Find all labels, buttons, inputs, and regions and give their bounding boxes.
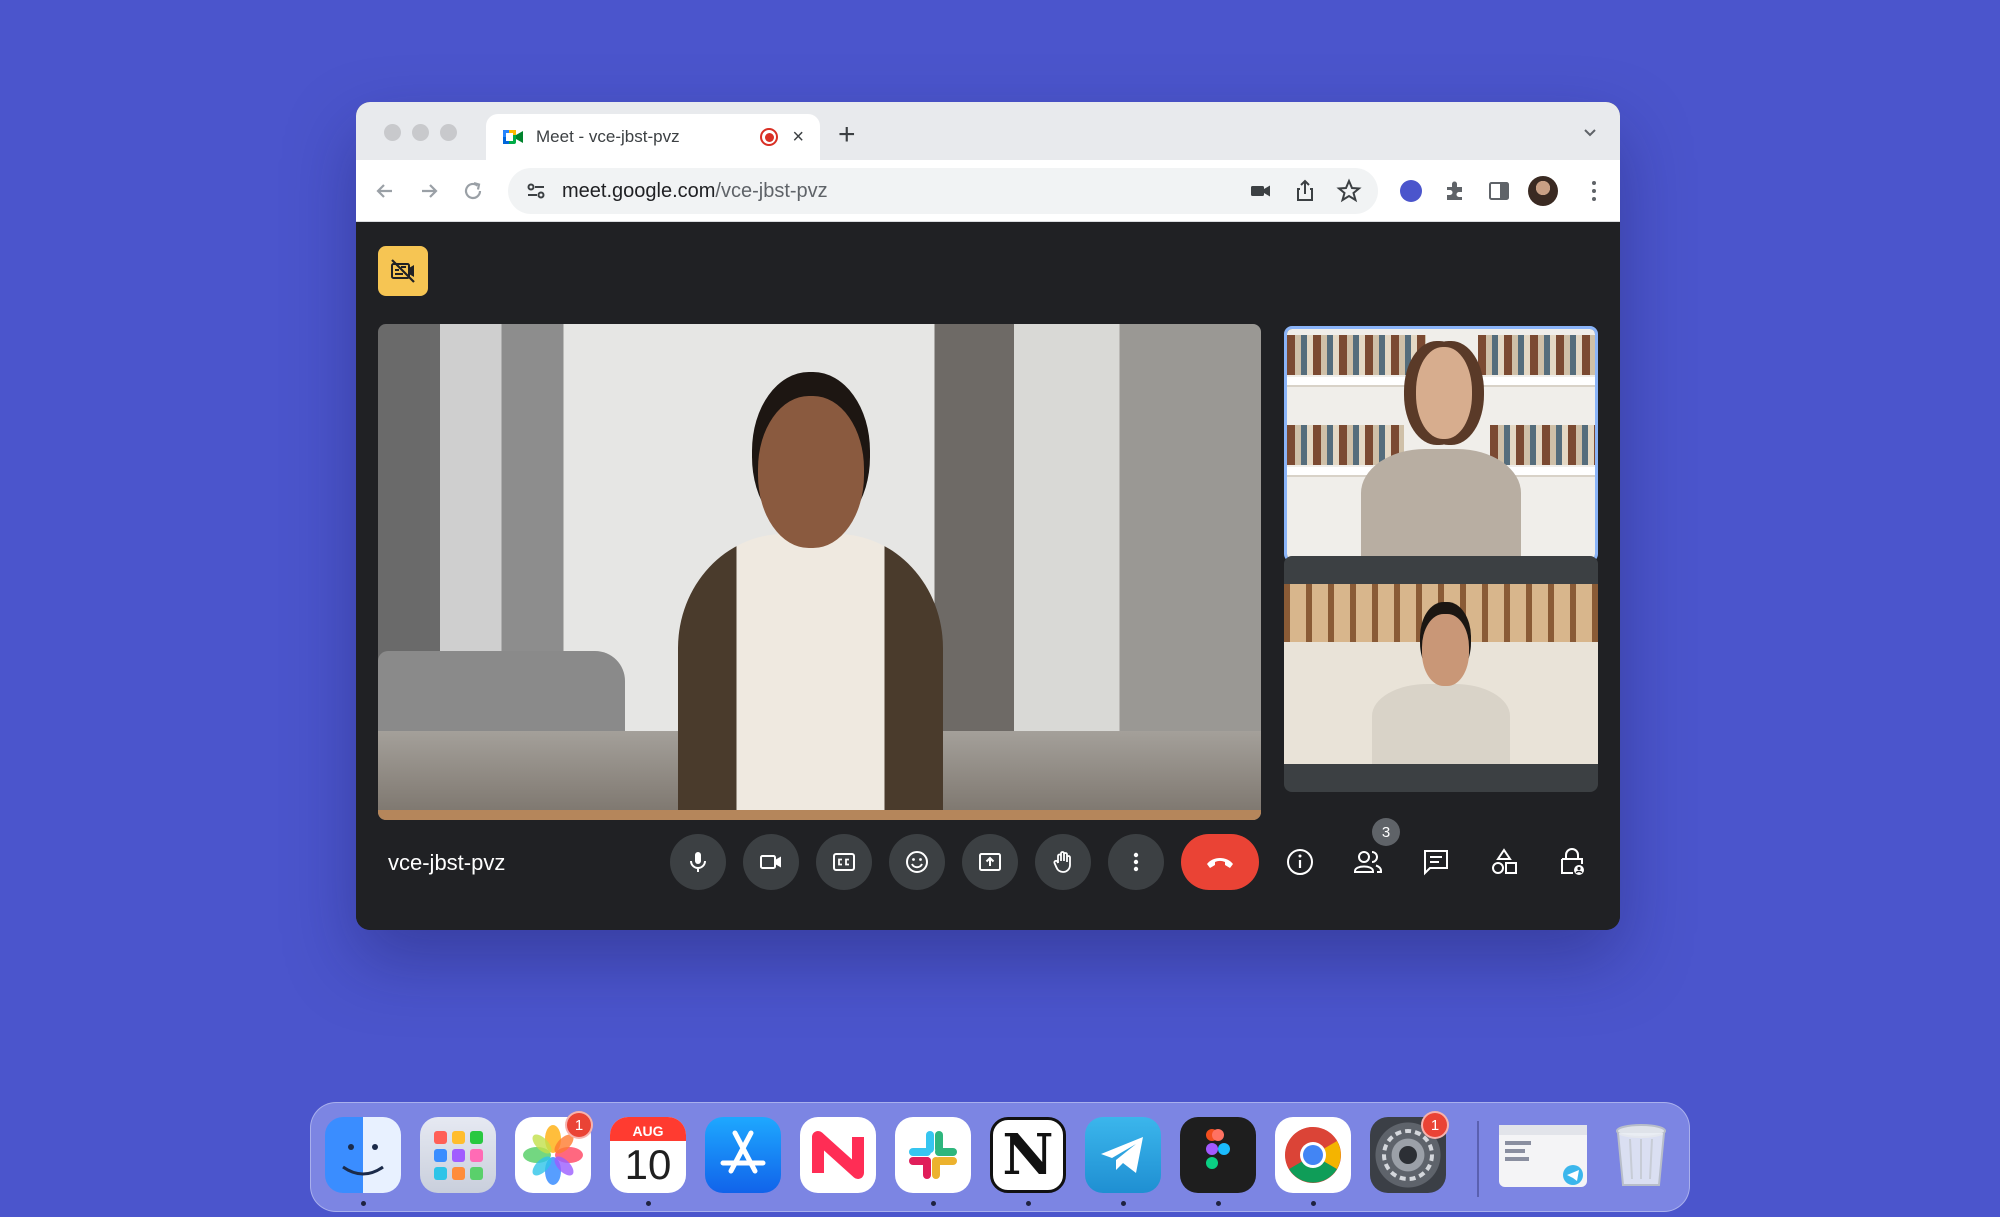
address-url: meet.google.com/vce-jbst-pvz (562, 180, 1230, 203)
raise-hand-button[interactable] (1035, 834, 1091, 890)
video-background-desk (378, 810, 1261, 820)
tab-strip: Meet - vce-jbst-pvz × + (356, 102, 1620, 160)
chat-button[interactable] (1414, 840, 1458, 884)
telegram-app-icon[interactable] (1085, 1117, 1161, 1193)
hang-up-phone-icon (1207, 858, 1233, 868)
notion-running-indicator (1026, 1201, 1031, 1206)
figma-running-indicator (1216, 1201, 1221, 1206)
recording-indicator-icon (760, 128, 779, 146)
dock-separator (1477, 1121, 1479, 1197)
new-tab-button[interactable]: + (838, 120, 856, 150)
window-minimize-button[interactable] (412, 124, 429, 141)
people-button[interactable] (1346, 840, 1390, 884)
back-arrow-icon[interactable] (372, 178, 398, 204)
people-icon (1354, 851, 1382, 873)
meeting-code: vce-jbst-pvz (388, 850, 506, 875)
forward-arrow-icon[interactable] (416, 178, 442, 204)
settings-notification-badge: 1 (1421, 1111, 1449, 1139)
browser-window: Meet - vce-jbst-pvz × + meet.google.com/… (356, 102, 1620, 930)
info-icon (1287, 849, 1313, 875)
more-options-button[interactable] (1108, 834, 1164, 890)
meet-stage: vce-jbst-pvz 3 (356, 222, 1620, 930)
captions-button[interactable] (816, 834, 872, 890)
google-meet-favicon-icon (502, 127, 524, 147)
camera-button[interactable] (743, 834, 799, 890)
slack-running-indicator (931, 1201, 936, 1206)
host-controls-lock-icon (1561, 848, 1584, 875)
address-bar[interactable]: meet.google.com/vce-jbst-pvz (508, 168, 1378, 214)
notion-letter: N (1002, 1122, 1054, 1188)
browser-toolbar: meet.google.com/vce-jbst-pvz (356, 160, 1620, 222)
chrome-running-indicator (1311, 1201, 1316, 1206)
extension-blue-dot-icon[interactable] (1400, 180, 1422, 202)
calendar-running-indicator (646, 1201, 651, 1206)
chrome-app-icon[interactable] (1275, 1117, 1351, 1193)
host-controls-button[interactable] (1550, 840, 1594, 884)
video-camera-icon (760, 855, 781, 869)
main-participant-video[interactable] (378, 324, 1261, 820)
notion-app-icon[interactable]: N (990, 1117, 1066, 1193)
participant-tile-1[interactable] (1284, 326, 1598, 562)
news-app-icon[interactable] (800, 1117, 876, 1193)
microphone-icon (690, 852, 706, 872)
finder-running-indicator (361, 1201, 366, 1206)
share-icon[interactable] (1292, 178, 1318, 204)
app-store-app-icon[interactable] (705, 1117, 781, 1193)
site-info-icon[interactable] (524, 179, 548, 203)
tab-close-button[interactable]: × (792, 127, 804, 147)
bookmark-star-icon[interactable] (1336, 178, 1362, 204)
camera-in-use-icon[interactable] (1248, 178, 1274, 204)
people-count-badge: 3 (1372, 818, 1400, 846)
photos-notification-badge: 1 (565, 1111, 593, 1139)
browser-menu-icon[interactable] (1590, 178, 1598, 204)
window-close-button[interactable] (384, 124, 401, 141)
calendar-month: AUG (632, 1123, 664, 1139)
no-camera-icon (391, 259, 415, 283)
emoji-smile-icon (906, 851, 928, 873)
reload-icon[interactable] (460, 178, 486, 204)
reactions-button[interactable] (889, 834, 945, 890)
macos-dock: 1 AUG 10 N 1 (310, 1102, 1690, 1212)
url-host: meet.google.com (562, 179, 716, 202)
closed-captions-icon (833, 853, 855, 871)
url-path: /vce-jbst-pvz (715, 179, 828, 202)
trash-app-icon[interactable] (1603, 1117, 1679, 1193)
activities-shapes-icon (1492, 848, 1517, 874)
tab-title: Meet - vce-jbst-pvz (536, 127, 680, 146)
tab-meet[interactable]: Meet - vce-jbst-pvz × (486, 114, 820, 160)
participant-tile-2[interactable] (1284, 556, 1598, 792)
more-vert-icon (1133, 852, 1139, 872)
raise-hand-icon (1053, 851, 1071, 873)
meeting-details-button[interactable] (1278, 840, 1322, 884)
window-zoom-button[interactable] (440, 124, 457, 141)
launchpad-app-icon[interactable] (420, 1117, 496, 1193)
participant-silhouette (678, 374, 944, 820)
activities-button[interactable] (1482, 840, 1526, 884)
chat-icon (1424, 850, 1448, 876)
side-panel-icon[interactable] (1486, 178, 1512, 204)
calendar-app-icon[interactable]: AUG 10 (610, 1117, 686, 1193)
figma-app-icon[interactable] (1180, 1117, 1256, 1193)
extensions-puzzle-icon[interactable] (1442, 178, 1468, 204)
slack-app-icon[interactable] (895, 1117, 971, 1193)
camera-blocked-badge[interactable] (378, 246, 428, 296)
leave-call-button[interactable] (1181, 834, 1259, 890)
telegram-running-indicator (1121, 1201, 1126, 1206)
finder-app-icon[interactable] (325, 1117, 401, 1193)
calendar-day: 10 (624, 1141, 672, 1188)
minimized-window-thumbnail[interactable] (1499, 1125, 1587, 1187)
present-screen-button[interactable] (962, 834, 1018, 890)
profile-avatar[interactable] (1528, 176, 1558, 206)
present-screen-icon (979, 853, 1001, 871)
tab-search-chevron-icon[interactable] (1582, 124, 1598, 140)
microphone-button[interactable] (670, 834, 726, 890)
